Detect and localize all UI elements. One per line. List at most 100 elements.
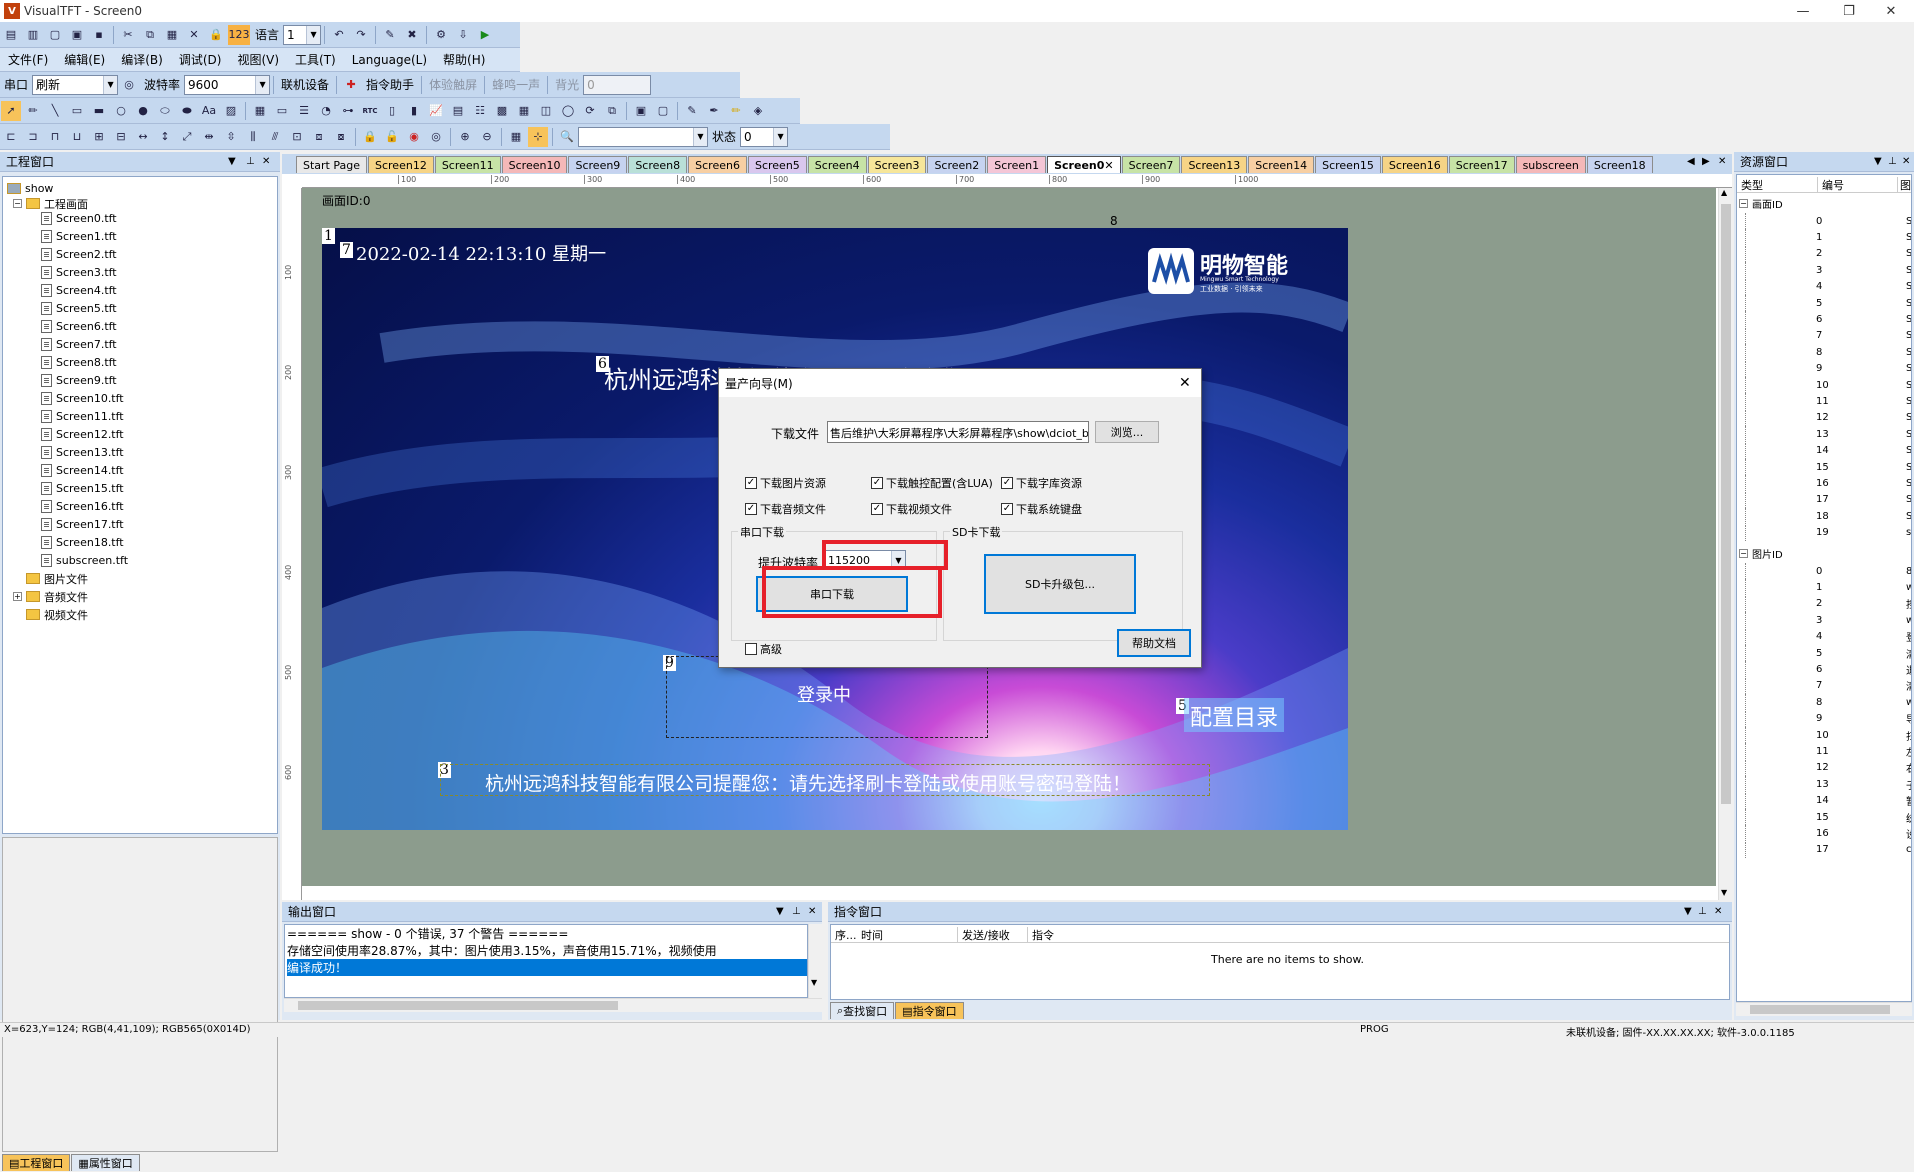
tab-screen0[interactable]: Screen0 ✕ (1047, 156, 1121, 173)
pin-icon[interactable]: ⊥ (792, 906, 801, 917)
restore-icon[interactable]: ❐ (1826, 0, 1872, 22)
paste-icon[interactable]: ▦ (162, 25, 182, 45)
resource-row[interactable]: 0S (1745, 213, 1911, 229)
compile-icon[interactable]: ✎ (380, 25, 400, 45)
zoom-out-icon[interactable]: ⊖ (477, 127, 497, 147)
resource-row[interactable]: 9S (1745, 360, 1911, 377)
center-h-icon[interactable]: ⫼ (243, 127, 263, 147)
same-height-icon[interactable]: ↕ (155, 127, 175, 147)
download-option-checkbox[interactable]: ✓ 下载音频文件 (745, 501, 826, 517)
tree-file[interactable]: Screen13.tft (41, 445, 124, 460)
download-option-checkbox[interactable]: ✓ 下载图片资源 (745, 475, 826, 491)
tree-file[interactable]: Screen16.tft (41, 499, 124, 514)
resource-row[interactable]: 10 S (1745, 377, 1911, 393)
tree-file[interactable]: Screen10.tft (41, 391, 124, 406)
icon-control-icon[interactable]: ▩ (492, 101, 512, 121)
minimize-icon[interactable]: — (1780, 0, 1826, 22)
tree-file[interactable]: Screen11.tft (41, 409, 124, 424)
login-status-box[interactable]: 登录中 (666, 656, 988, 738)
tab-screen6[interactable]: Screen6 (688, 156, 747, 173)
center-v-icon[interactable]: ⫻ (265, 127, 285, 147)
list-icon[interactable]: ☷ (470, 101, 490, 121)
resource-row[interactable]: 4登 (1745, 628, 1911, 645)
tab-screen14[interactable]: Screen14 (1248, 156, 1315, 173)
tree-file[interactable]: Screen9.tft (41, 373, 117, 388)
ellipse-icon[interactable]: ⬭ (155, 101, 175, 121)
tree-file[interactable]: Screen3.tft (41, 265, 117, 280)
resource-row[interactable]: 7S (1745, 327, 1911, 344)
pin-icon[interactable]: ⊥ (246, 156, 255, 167)
tab-screen17[interactable]: Screen17 (1448, 156, 1515, 173)
animation-icon[interactable]: ◫ (536, 101, 556, 121)
align-top-icon[interactable]: ⊓ (45, 127, 65, 147)
download-icon[interactable]: ⇩ (453, 25, 473, 45)
resource-row[interactable]: 10 扫 (1745, 727, 1911, 743)
resource-row[interactable]: 15 S (1745, 459, 1911, 475)
resource-row[interactable]: 5清 (1745, 645, 1911, 661)
resource-row[interactable]: 13 S (1745, 426, 1911, 443)
save-icon[interactable]: ▪ (89, 25, 109, 45)
col-time[interactable]: 时间 (861, 927, 883, 943)
resource-row[interactable]: 18 S (1745, 508, 1911, 525)
line-color-icon[interactable]: ✏ (726, 101, 746, 121)
same-size-icon[interactable]: ⤢ (177, 127, 197, 147)
resource-row[interactable]: 5S (1745, 295, 1911, 311)
resource-row[interactable]: 8S (1745, 344, 1911, 361)
tree-file[interactable]: subscreen.tft (41, 553, 128, 568)
scroll-thumb[interactable] (1750, 1005, 1890, 1014)
curve-icon[interactable]: 📈 (426, 101, 446, 121)
align-bottom-icon[interactable]: ⊔ (67, 127, 87, 147)
download-file-input[interactable]: 售后维护\大彩屏幕程序\大彩屏幕程序\show\dciot_build\ (827, 421, 1089, 443)
rtc-icon[interactable]: RTC (360, 101, 380, 121)
zoom-in-icon[interactable]: ⊕ (455, 127, 475, 147)
tab-screen5[interactable]: Screen5 (747, 156, 807, 173)
pen-icon[interactable]: ✏ (23, 101, 43, 121)
window-icon[interactable]: ▢ (653, 101, 673, 121)
collapse-icon[interactable]: − (1739, 548, 1748, 558)
selector-icon[interactable]: ▤ (448, 101, 468, 121)
download-option-checkbox[interactable]: ✓ 下载字库资源 (1001, 475, 1082, 491)
close-icon[interactable]: ✕ (1104, 159, 1113, 172)
textbox-control-icon[interactable]: ▭ (272, 101, 292, 121)
menu-build[interactable]: 编译(B) (113, 51, 171, 68)
beep-button[interactable]: 蜂鸣一声 (488, 76, 544, 93)
tree-root[interactable]: show (7, 181, 53, 196)
output-vertical-scrollbar[interactable]: ▼ (808, 924, 822, 998)
resource-row[interactable]: 3w (1745, 612, 1911, 629)
table-icon[interactable]: ▦ (514, 101, 534, 121)
touch-test-button[interactable]: 体验触屏 (425, 76, 481, 93)
col-command[interactable]: 指令 (1027, 927, 1054, 943)
tab-screen16[interactable]: Screen16 (1381, 156, 1448, 173)
tab-find-window[interactable]: ⌕ 查找窗口 (830, 1002, 895, 1019)
scroll-down-icon[interactable]: ▼ (811, 978, 817, 987)
resource-row[interactable]: 12 右 (1745, 759, 1911, 776)
grid-icon[interactable]: ▦ (506, 127, 526, 147)
build-icon[interactable]: ⚙ (431, 25, 451, 45)
align-center-h-icon[interactable]: ⊞ (89, 127, 109, 147)
advanced-checkbox[interactable]: 高级 (745, 641, 782, 657)
copy-icon[interactable]: ⧉ (140, 25, 160, 45)
new-file-icon[interactable]: ▢ (45, 25, 65, 45)
resource-group[interactable]: − 图片ID (1739, 545, 1895, 561)
sd-upgrade-button[interactable]: SD卡升级包... (984, 554, 1136, 614)
col-direction[interactable]: 发送/接收 (957, 927, 1010, 943)
dropdown-icon[interactable]: ▼ (228, 156, 236, 167)
menu-debug[interactable]: 调试(D) (171, 51, 230, 68)
col-extra[interactable]: 图 (1897, 177, 1911, 193)
resource-horizontal-scrollbar[interactable] (1736, 1002, 1912, 1016)
menu-control-icon[interactable]: ☰ (294, 101, 314, 121)
dropdown-icon[interactable]: ▼ (1874, 156, 1882, 167)
tab-screen1[interactable]: Screen1 (987, 156, 1047, 173)
tab-subscreen[interactable]: subscreen (1515, 156, 1586, 173)
undo-icon[interactable]: ↶ (329, 25, 349, 45)
space-h-icon[interactable]: ⇹ (199, 127, 219, 147)
filled-ellipse-icon[interactable]: ⬬ (177, 101, 197, 121)
resource-row[interactable]: 6S (1745, 311, 1911, 328)
circle-icon[interactable]: ○ (111, 101, 131, 121)
video-icon[interactable]: ▣ (631, 101, 651, 121)
battery-icon[interactable]: ▮ (404, 101, 424, 121)
resource-row[interactable]: 7清 (1745, 677, 1911, 694)
run-icon[interactable]: ▶ (475, 25, 495, 45)
zoom-select[interactable]: ▼ (578, 126, 708, 147)
menu-file[interactable]: 文件(F) (0, 51, 56, 68)
